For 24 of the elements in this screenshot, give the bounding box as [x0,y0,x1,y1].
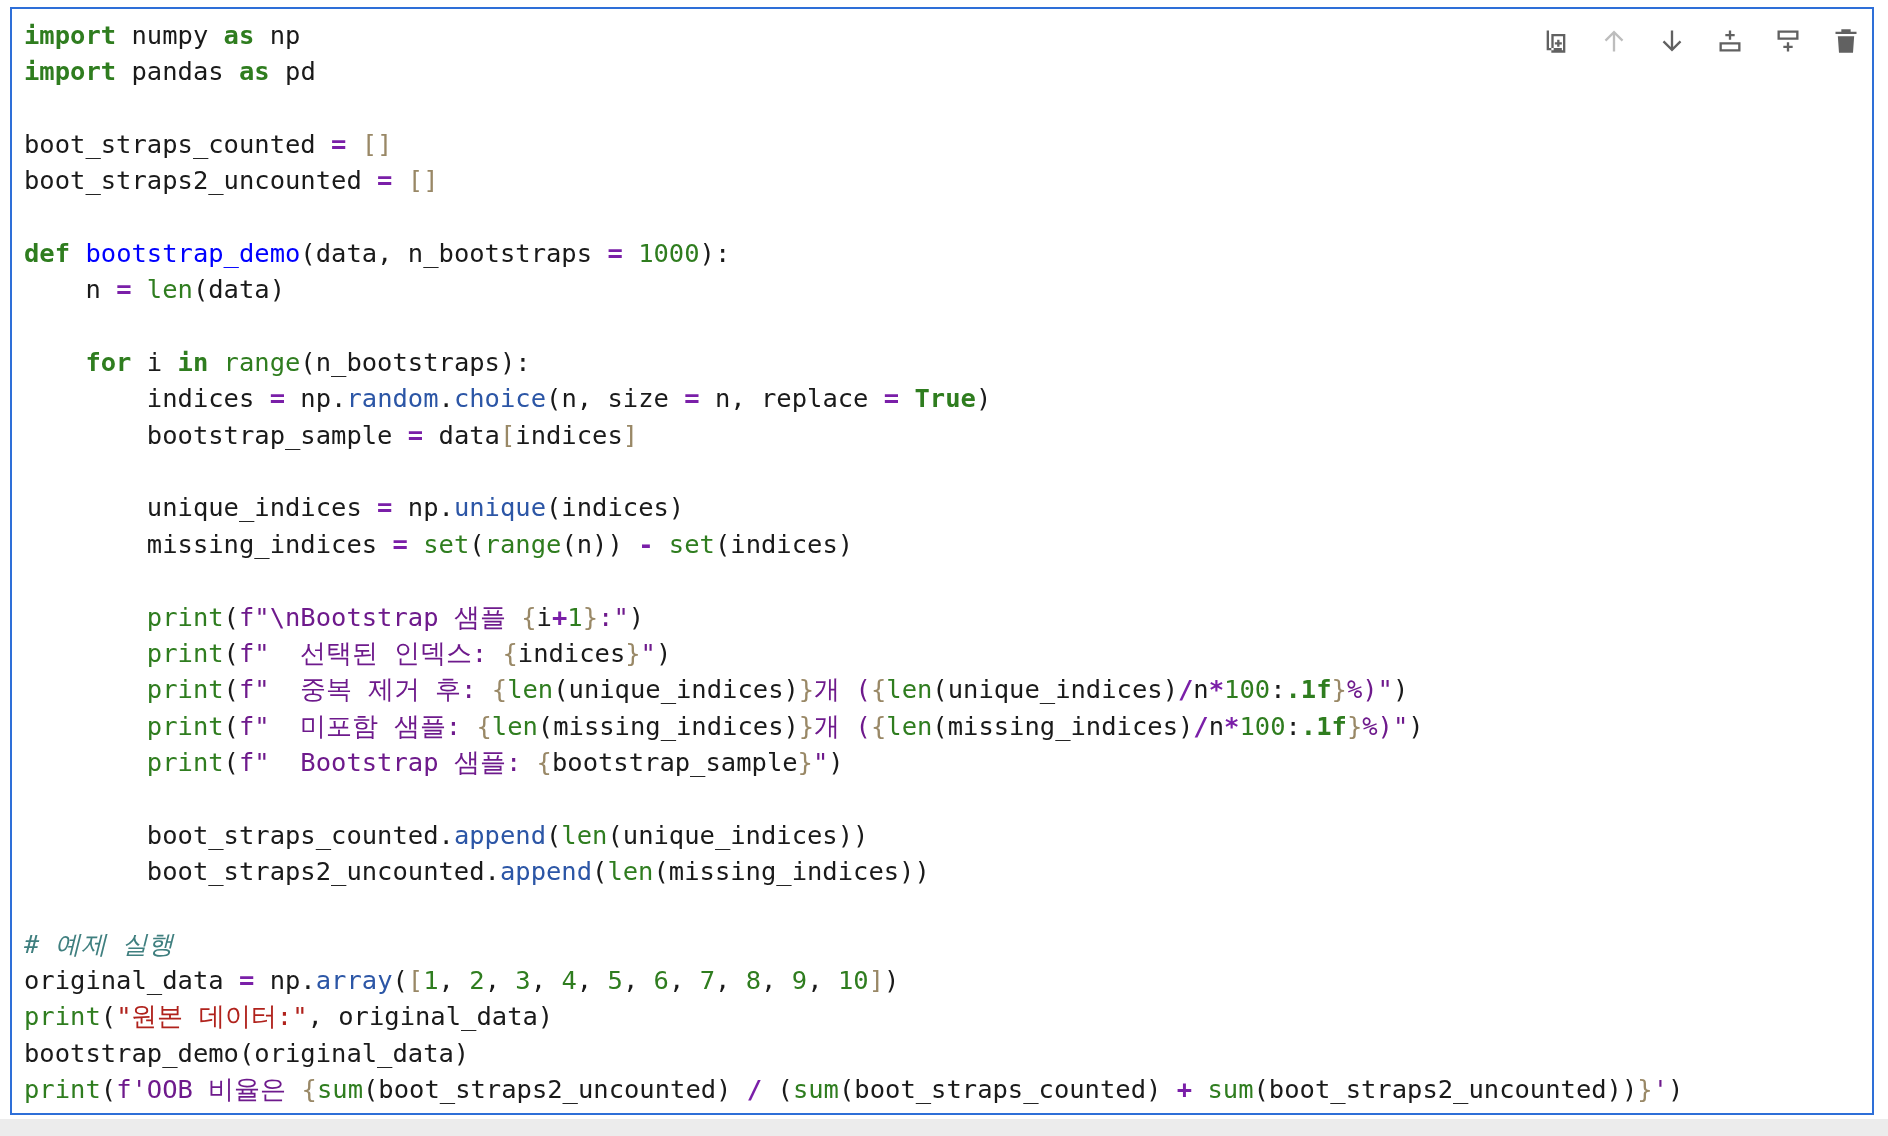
code-line: import pandas as pd [24,56,316,87]
code-line: boot_straps_counted = [] [24,129,393,160]
code-line: indices = np.random.choice(n, size = n, replace = True) [145,383,992,414]
code-comment: # 예제 실행 [24,928,175,959]
code-line: print("원본 데이터:", original_data) [24,1001,554,1032]
code-line: for i in range(n_bootstraps): [84,347,531,378]
code-line: boot_straps_counted.append(len(unique_indices)) [145,819,869,850]
code-line: print(f"\nBootstrap 샘플 {i+1}:") [145,601,645,632]
code-line: n = len(data) [84,274,286,305]
code-line: bootstrap_sample = data[indices] [145,419,639,450]
code-line: original_data = np.array([1, 2, 3, 4, 5, 6, 7, 8, 9, 10]) [24,964,900,995]
code-line: missing_indices = set(range(n)) - set(indices) [145,528,854,559]
code-line: def bootstrap_demo(data, n_bootstraps = 1000): [24,238,731,269]
code-line: bootstrap_demo(original_data) [24,1037,470,1068]
code-line: import numpy as np [24,20,301,50]
code-cell[interactable] [10,7,1874,1115]
code-line: print(f" 미포함 샘플: {len(missing_indices)}개 ({len(missing_indices)/n*100:.1f}%)") [145,710,1424,741]
code-line: boot_straps2_uncounted.append(len(missing_indices)) [145,855,930,886]
code-line: print(f'OOB 비율은 {sum(boot_straps2_uncounted) / (sum(boot_straps_counted) + sum(boot_straps2_uncounted))}') [24,1073,1684,1104]
code-line: print(f" 중복 제거 후: {len(unique_indices)}개 ({len(unique_indices)/n*100:.1f}%)") [145,674,1409,705]
code-line: boot_straps2_uncounted = [] [24,165,439,196]
code-line: unique_indices = np.unique(indices) [145,492,685,523]
code-line: print(f" 선택된 인덱스: {indices}") [145,637,672,668]
code-line: print(f" Bootstrap 샘플: {bootstrap_sample}") [145,746,844,777]
